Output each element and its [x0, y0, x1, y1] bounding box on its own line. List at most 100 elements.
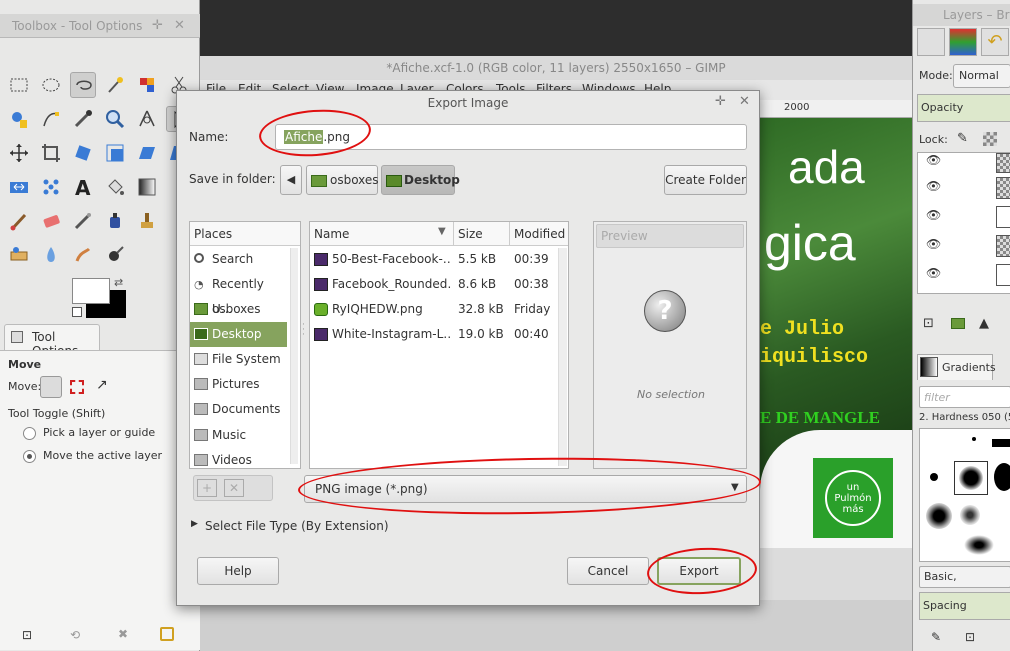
zoom-tool-icon[interactable] — [102, 106, 128, 132]
crumb-osboxes[interactable]: osboxes — [306, 165, 379, 195]
fuzzy-select-tool-icon[interactable] — [102, 72, 128, 98]
ink-tool-icon[interactable] — [102, 208, 128, 234]
foreground-color-swatch[interactable] — [72, 278, 110, 304]
spacing-slider[interactable]: Spacing — [919, 592, 1010, 620]
radio-move-active-layer[interactable] — [23, 450, 36, 463]
visibility-eye-icon[interactable]: 👁 — [926, 237, 941, 251]
place-videos[interactable]: Videos — [190, 448, 287, 468]
text-tool-icon[interactable]: A — [70, 174, 96, 200]
eraser-tool-icon[interactable] — [38, 208, 64, 234]
brush-filter-input[interactable]: filter — [919, 386, 1010, 408]
dodge-burn-tool-icon[interactable] — [102, 242, 128, 268]
select-file-type-expander[interactable]: Select File Type (By Extension) — [205, 519, 389, 533]
bucket-fill-tool-icon[interactable] — [102, 174, 128, 200]
place-filesystem[interactable]: File System — [190, 347, 287, 372]
color-picker-tool-icon[interactable] — [70, 106, 96, 132]
move-layer-mode-icon[interactable] — [40, 376, 62, 398]
expander-arrow-icon[interactable]: ▶ — [191, 519, 198, 529]
opacity-slider[interactable]: Opacity — [917, 94, 1010, 122]
tab-undo-icon[interactable]: ↶ — [981, 28, 1009, 56]
raise-layer-icon[interactable]: ▲ — [979, 316, 989, 331]
move-icon[interactable]: ✛ — [152, 18, 163, 33]
sort-down-icon[interactable]: ▼ — [438, 226, 446, 237]
new-layer-icon[interactable]: ⊡ — [923, 316, 934, 331]
tab-channels-icon[interactable] — [949, 28, 977, 56]
default-colors-icon[interactable] — [72, 307, 82, 317]
airbrush-tool-icon[interactable] — [70, 208, 96, 234]
flip-tool-icon[interactable] — [6, 174, 32, 200]
file-row[interactable]: Facebook_Rounded… 8.6 kB 00:38 — [310, 272, 568, 297]
foreground-select-tool-icon[interactable] — [6, 106, 32, 132]
column-size[interactable]: Size — [458, 227, 483, 241]
close-icon[interactable]: ✕ — [174, 18, 185, 33]
tab-tool-options[interactable]: Tool Options — [4, 324, 100, 358]
export-button[interactable]: Export — [657, 557, 741, 585]
select-by-color-tool-icon[interactable] — [134, 72, 160, 98]
pane-resize-handle[interactable]: · · · — [302, 321, 305, 340]
place-search[interactable]: Search — [190, 247, 287, 272]
rotate-tool-icon[interactable] — [70, 140, 96, 166]
move-selection-mode-icon[interactable] — [70, 380, 84, 394]
scale-tool-icon[interactable] — [102, 140, 128, 166]
horizontal-ruler[interactable]: 2000 — [760, 100, 912, 118]
smudge-tool-icon[interactable] — [70, 242, 96, 268]
blur-tool-icon[interactable] — [38, 242, 64, 268]
restore-tool-preset-icon[interactable]: ⟲ — [70, 628, 80, 642]
place-recent[interactable]: ◔ Recently U… — [190, 272, 287, 316]
file-row[interactable]: RyIQHEDW.png 32.8 kB Friday — [310, 297, 568, 322]
shear-tool-icon[interactable] — [134, 140, 160, 166]
place-pictures[interactable]: Pictures — [190, 372, 287, 397]
crop-tool-icon[interactable] — [38, 140, 64, 166]
place-desktop[interactable]: Desktop — [190, 322, 287, 347]
delete-tool-preset-icon[interactable]: ✖ — [118, 627, 128, 641]
paintbrush-tool-icon[interactable] — [6, 208, 32, 234]
place-music[interactable]: Music — [190, 423, 287, 448]
tab-layers-icon[interactable] — [917, 28, 945, 56]
mode-select[interactable]: Normal — [953, 64, 1010, 88]
duplicate-brush-icon[interactable]: ⊡ — [965, 630, 975, 644]
remove-bookmark-icon[interactable]: ✕ — [224, 479, 244, 497]
visibility-eye-icon[interactable]: 👁 — [926, 266, 941, 280]
visibility-eye-icon[interactable]: 👁 — [926, 208, 941, 222]
lock-alpha-icon[interactable] — [983, 132, 997, 146]
visibility-eye-icon[interactable]: 👁 — [926, 179, 941, 193]
lock-pixels-icon[interactable]: ✎ — [957, 131, 968, 146]
brushes-grid[interactable] — [919, 428, 1010, 562]
dialog-move-icon[interactable]: ✛ — [715, 94, 726, 109]
file-list-scrollbar[interactable] — [558, 248, 567, 466]
column-modified[interactable]: Modified — [514, 227, 565, 241]
filename-input[interactable]: Afiche.png — [275, 124, 747, 150]
dialog-close-icon[interactable]: ✕ — [739, 94, 750, 109]
rect-select-tool-icon[interactable] — [6, 72, 32, 98]
place-documents[interactable]: Documents — [190, 397, 287, 422]
save-tool-preset-icon[interactable]: ⊡ — [22, 628, 32, 642]
align-tool-icon[interactable] — [6, 140, 32, 166]
path-back-button[interactable]: ◀ — [280, 165, 302, 195]
brush-preset-select[interactable]: Basic, — [919, 566, 1010, 588]
file-row[interactable]: White-Instagram-L… 19.0 kB 00:40 — [310, 322, 568, 347]
blend-tool-icon[interactable] — [134, 174, 160, 200]
move-path-mode-icon[interactable]: ↗ — [96, 377, 108, 393]
file-type-select[interactable]: PNG image (*.png) ▼ — [304, 475, 747, 503]
create-folder-button[interactable]: Create Folder — [664, 165, 747, 195]
reset-tool-options-icon[interactable] — [160, 627, 174, 641]
measure-tool-icon[interactable] — [134, 106, 160, 132]
radio-pick-layer[interactable] — [23, 427, 36, 440]
column-name[interactable]: Name — [314, 227, 349, 241]
clone-tool-icon[interactable] — [134, 208, 160, 234]
place-osboxes[interactable]: osboxes — [190, 297, 287, 322]
visibility-eye-icon[interactable]: 👁 — [926, 153, 941, 167]
tab-gradients[interactable]: Gradients — [917, 354, 996, 380]
cancel-button[interactable]: Cancel — [567, 557, 649, 585]
ellipse-select-tool-icon[interactable] — [38, 72, 64, 98]
image-canvas[interactable]: ada gica e Julio iquilisco E DE MANGLE u… — [760, 118, 912, 548]
cage-transform-tool-icon[interactable] — [38, 174, 64, 200]
heal-tool-icon[interactable] — [6, 242, 32, 268]
places-header[interactable]: Places — [190, 222, 300, 246]
add-bookmark-icon[interactable]: + — [197, 479, 217, 497]
paths-tool-icon[interactable] — [38, 106, 64, 132]
places-scrollbar[interactable] — [290, 248, 298, 464]
edit-brush-icon[interactable]: ✎ — [931, 630, 941, 644]
new-layer-group-icon[interactable] — [951, 318, 965, 329]
file-row[interactable]: 50-Best-Facebook-… 5.5 kB 00:39 — [310, 247, 568, 272]
